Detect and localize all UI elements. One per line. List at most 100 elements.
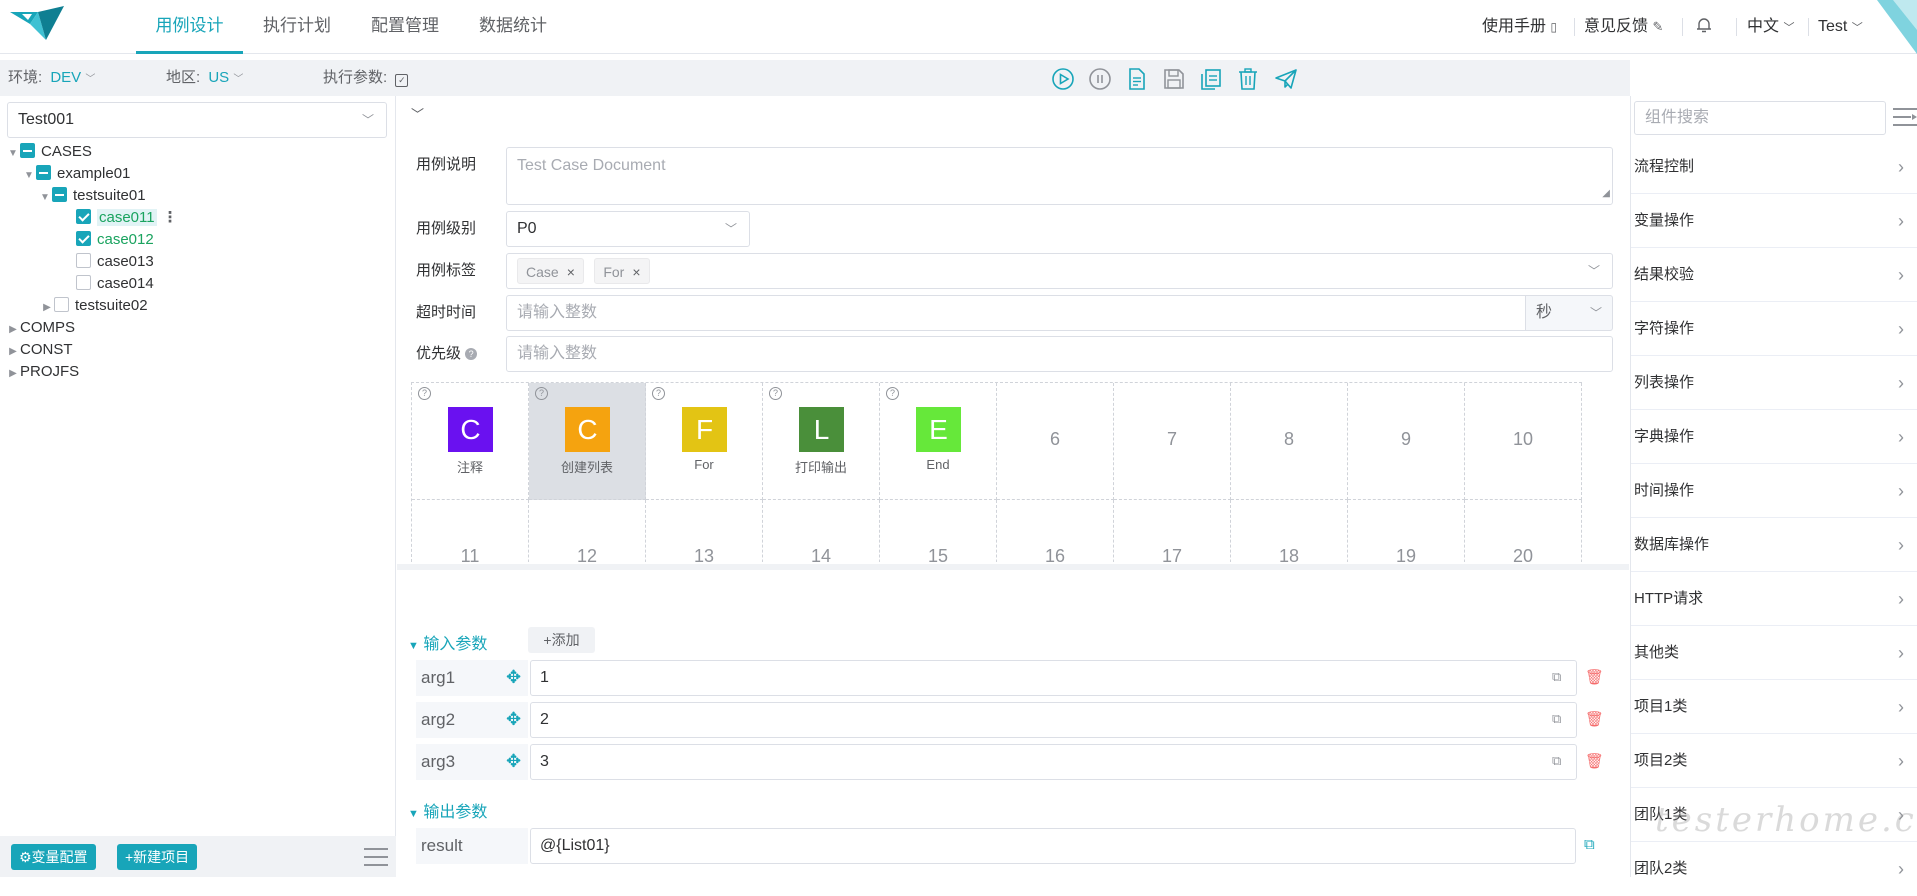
tree-checkbox[interactable]: [76, 275, 91, 290]
category-string-ops[interactable]: 字符操作 ›: [1631, 302, 1917, 356]
panel-divider[interactable]: [397, 564, 1629, 570]
tree-checkbox[interactable]: [76, 231, 91, 246]
empty-slot[interactable]: 12: [529, 500, 646, 562]
close-icon[interactable]: ×: [632, 264, 640, 280]
feedback-link[interactable]: 意见反馈 ✎: [1584, 0, 1663, 54]
empty-slot[interactable]: 20: [1465, 500, 1582, 562]
help-icon[interactable]: ?: [418, 387, 431, 400]
send-icon[interactable]: [1274, 67, 1298, 91]
help-icon[interactable]: ?: [465, 348, 478, 360]
region-selector[interactable]: 地区: US ﹀: [166, 60, 243, 98]
expand-icon[interactable]: ⧉: [1552, 669, 1561, 685]
app-logo[interactable]: [8, 4, 66, 48]
expand-icon[interactable]: ⧉: [1552, 753, 1561, 769]
empty-slot[interactable]: 14: [763, 500, 880, 562]
category-flow-control[interactable]: 流程控制 ›: [1631, 140, 1917, 194]
category-dict-ops[interactable]: 字典操作 ›: [1631, 410, 1917, 464]
save-icon[interactable]: [1162, 67, 1186, 91]
document-icon[interactable]: [1125, 67, 1149, 91]
category-database-ops[interactable]: 数据库操作 ›: [1631, 518, 1917, 572]
tree-node-case013[interactable]: case013: [76, 251, 154, 273]
empty-slot[interactable]: 7: [1114, 383, 1231, 500]
category-result-check[interactable]: 结果校验 ›: [1631, 248, 1917, 302]
component-slot-5[interactable]: ? E End: [880, 383, 997, 500]
doc-textarea[interactable]: Test Case Document ◢: [506, 147, 1613, 205]
expand-icon[interactable]: ⧉: [1552, 711, 1561, 727]
drag-handle-icon[interactable]: ✥: [506, 709, 521, 730]
close-icon[interactable]: ×: [567, 264, 575, 280]
caret-down-icon[interactable]: ▼: [38, 187, 52, 209]
case-select-dropdown[interactable]: Test001 ﹀: [7, 102, 387, 138]
caret-down-icon[interactable]: ▼: [6, 143, 20, 165]
tree-checkbox[interactable]: [20, 143, 35, 158]
caret-down-icon[interactable]: ▼: [22, 165, 36, 187]
empty-slot[interactable]: 17: [1114, 500, 1231, 562]
empty-slot[interactable]: 13: [646, 500, 763, 562]
level-select[interactable]: P0 ﹀: [506, 211, 750, 247]
timeout-input[interactable]: 请输入整数: [506, 295, 1526, 331]
caret-right-icon[interactable]: ▶: [6, 363, 20, 385]
tree-node-example01[interactable]: ▼ example01: [22, 163, 130, 185]
component-block-e[interactable]: E: [916, 407, 961, 452]
empty-slot[interactable]: 19: [1348, 500, 1465, 562]
component-slot-1[interactable]: ? C 注释: [412, 383, 529, 500]
collapse-chevron-icon[interactable]: ﹀: [411, 104, 424, 123]
more-vertical-icon[interactable]: ⋮: [163, 209, 178, 226]
env-selector[interactable]: 环境: DEV ﹀: [8, 60, 95, 98]
tree-node-projfs[interactable]: ▶ PROJFS: [6, 361, 79, 383]
category-project2[interactable]: 项目2类 ›: [1631, 734, 1917, 788]
category-time-ops[interactable]: 时间操作 ›: [1631, 464, 1917, 518]
tab-data-statistics[interactable]: 数据统计: [470, 0, 556, 54]
component-slot-4[interactable]: ? L 打印输出: [763, 383, 880, 500]
tab-config-management[interactable]: 配置管理: [362, 0, 448, 54]
variable-config-button[interactable]: ⚙变量配置: [11, 844, 96, 870]
delete-icon[interactable]: [1236, 67, 1260, 91]
param-value-input[interactable]: 2: [530, 702, 1577, 738]
tab-case-design[interactable]: 用例设计: [136, 0, 243, 54]
component-block-c[interactable]: C: [448, 407, 493, 452]
run-icon[interactable]: [1051, 67, 1075, 91]
copy-icon[interactable]: [1199, 67, 1223, 91]
trash-icon[interactable]: 🗑: [1585, 668, 1604, 686]
empty-slot[interactable]: 10: [1465, 383, 1582, 500]
empty-slot[interactable]: 11: [412, 500, 529, 562]
list-menu-icon[interactable]: [1891, 106, 1917, 130]
timeout-unit-select[interactable]: 秒 ﹀: [1525, 295, 1613, 331]
category-team2[interactable]: 团队2类 ›: [1631, 842, 1917, 896]
tree-checkbox[interactable]: [76, 253, 91, 268]
tree-checkbox[interactable]: [36, 165, 51, 180]
caret-right-icon[interactable]: ▶: [40, 297, 54, 319]
tree-node-testsuite01[interactable]: ▼ testsuite01: [38, 185, 146, 207]
tree-checkbox[interactable]: [76, 209, 91, 224]
caret-right-icon[interactable]: ▶: [6, 319, 20, 341]
manual-link[interactable]: 使用手册 ▯: [1482, 0, 1557, 54]
caret-right-icon[interactable]: ▶: [6, 341, 20, 363]
tree-node-case012[interactable]: case012: [76, 229, 154, 251]
new-project-button[interactable]: +新建项目: [117, 844, 198, 870]
component-block-c[interactable]: C: [565, 407, 610, 452]
tree-node-cases[interactable]: ▼ CASES: [6, 141, 92, 163]
component-block-f[interactable]: F: [682, 407, 727, 452]
copy-icon[interactable]: ⧉: [1584, 836, 1595, 853]
component-slot-3[interactable]: ? F For: [646, 383, 763, 500]
category-list-ops[interactable]: 列表操作 ›: [1631, 356, 1917, 410]
trash-icon[interactable]: 🗑: [1585, 752, 1604, 770]
output-params-toggle[interactable]: ▼ 输出参数: [408, 798, 487, 822]
help-icon[interactable]: ?: [769, 387, 782, 400]
empty-slot[interactable]: 18: [1231, 500, 1348, 562]
tree-node-testsuite02[interactable]: ▶ testsuite02: [40, 295, 148, 317]
tree-checkbox[interactable]: [54, 297, 69, 312]
empty-slot[interactable]: 6: [997, 383, 1114, 500]
category-http-request[interactable]: HTTP请求 ›: [1631, 572, 1917, 626]
tree-node-comps[interactable]: ▶ COMPS: [6, 317, 75, 339]
add-param-button[interactable]: +添加: [528, 627, 595, 653]
notification-bell-icon[interactable]: [1695, 0, 1713, 54]
tree-node-const[interactable]: ▶ CONST: [6, 339, 72, 363]
help-icon[interactable]: ?: [886, 387, 899, 400]
exec-params-toggle[interactable]: 执行参数: ✓: [323, 60, 409, 96]
component-search-input[interactable]: 组件搜索: [1634, 101, 1886, 135]
component-block-l[interactable]: L: [799, 407, 844, 452]
tree-node-case011[interactable]: case011 ⋮: [76, 207, 178, 229]
param-value-input[interactable]: 1: [530, 660, 1577, 696]
drag-handle-icon[interactable]: ✥: [506, 667, 521, 688]
